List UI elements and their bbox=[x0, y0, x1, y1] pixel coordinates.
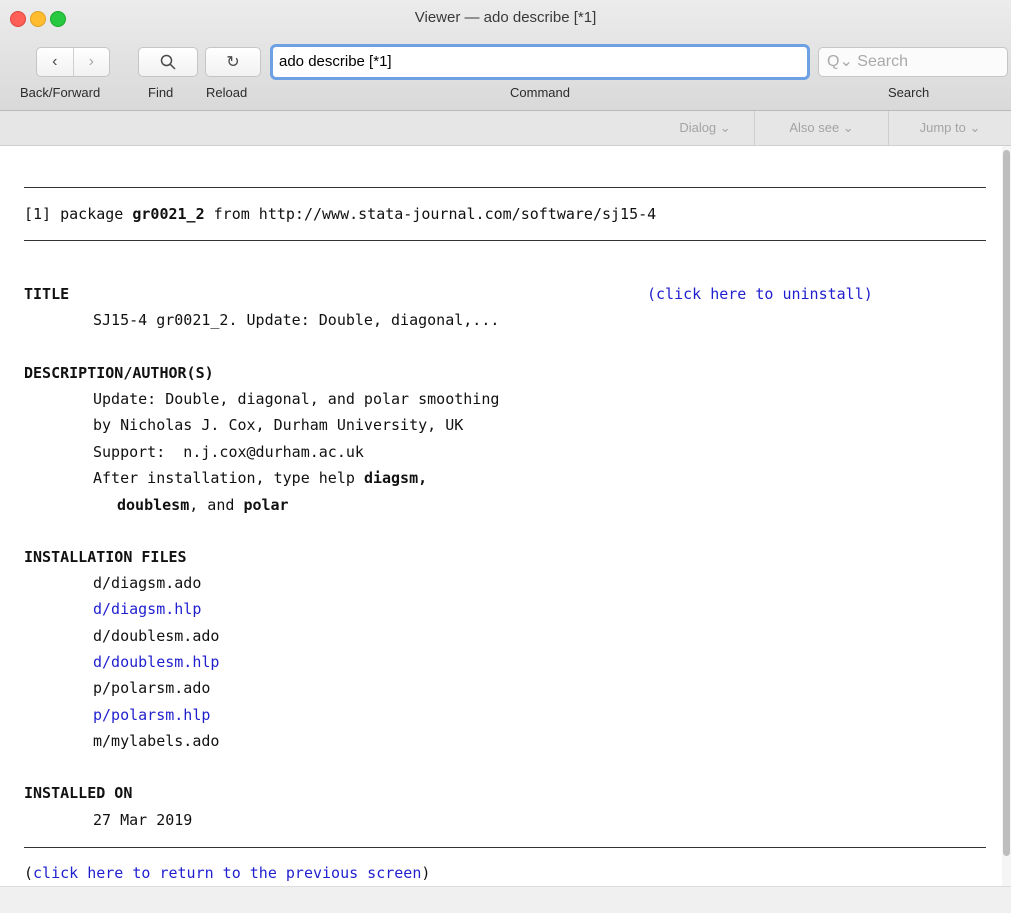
package-name: gr0021_2 bbox=[132, 205, 205, 223]
file-item: d/doublesm.ado bbox=[93, 627, 220, 645]
installation-files-heading: INSTALLATION FILES bbox=[24, 548, 187, 566]
jump-to-menu[interactable]: Jump to ⌄ bbox=[888, 111, 1011, 145]
help-line-continued: doublesm, and polar bbox=[117, 495, 289, 515]
divider bbox=[24, 187, 986, 188]
title-bar: Viewer — ado describe [*1] ‹ › Back/Forw… bbox=[0, 0, 1011, 111]
return-paren-open: ( bbox=[24, 864, 34, 882]
package-source: from http://www.stata-journal.com/softwa… bbox=[204, 205, 657, 223]
help-text: After installation, type help bbox=[93, 469, 364, 487]
search-label: Search bbox=[888, 85, 930, 100]
command-label: Command bbox=[510, 85, 570, 100]
vertical-scrollbar[interactable] bbox=[1002, 146, 1011, 886]
command-input[interactable]: ado describe [*1] bbox=[270, 44, 810, 80]
file-item: m/mylabels.ado bbox=[93, 732, 220, 750]
forward-icon[interactable]: › bbox=[74, 48, 110, 76]
help-polar: polar bbox=[243, 496, 289, 514]
help-line: After installation, type help diagsm, bbox=[93, 468, 427, 488]
find-button[interactable] bbox=[138, 47, 198, 77]
installed-date: 27 Mar 2019 bbox=[93, 811, 193, 829]
description-heading: DESCRIPTION/AUTHOR(S) bbox=[24, 364, 214, 382]
help-diagsm: diagsm, bbox=[363, 469, 428, 487]
title-text: SJ15-4 gr0021_2. Update: Double, diagona… bbox=[93, 311, 500, 329]
file-item: d/diagsm.ado bbox=[93, 574, 202, 592]
window-title: Viewer — ado describe [*1] bbox=[414, 9, 597, 26]
divider bbox=[24, 847, 986, 848]
reload-button[interactable]: ↻ bbox=[205, 47, 261, 77]
viewer-menu-bar: Dialog ⌄ Also see ⌄ Jump to ⌄ bbox=[0, 111, 1011, 146]
help-doublesm: doublesm bbox=[117, 496, 190, 514]
return-line: (click here to return to the previous sc… bbox=[24, 863, 430, 883]
also-see-menu[interactable]: Also see ⌄ bbox=[754, 111, 888, 145]
magnifier-icon bbox=[160, 54, 176, 70]
viewer-content: [1] package gr0021_2 from http://www.sta… bbox=[0, 146, 1002, 886]
package-line: [1] package gr0021_2 from http://www.sta… bbox=[24, 204, 656, 224]
search-input[interactable]: Q⌄ Search bbox=[818, 47, 1008, 77]
author-line: by Nicholas J. Cox, Durham University, U… bbox=[93, 416, 464, 434]
package-prefix: [1] package bbox=[24, 205, 133, 223]
description-line: Update: Double, diagonal, and polar smoo… bbox=[93, 390, 500, 408]
file-link[interactable]: p/polarsm.hlp bbox=[93, 705, 210, 725]
reload-icon: ↻ bbox=[226, 54, 240, 71]
help-and: , and bbox=[189, 496, 244, 514]
file-link[interactable]: d/doublesm.hlp bbox=[93, 652, 219, 672]
reload-label: Reload bbox=[206, 85, 248, 100]
divider bbox=[24, 240, 986, 241]
back-icon[interactable]: ‹ bbox=[37, 48, 74, 76]
back-forward-control: ‹ › bbox=[36, 47, 110, 77]
find-label: Find bbox=[148, 85, 174, 100]
uninstall-link[interactable]: (click here to uninstall) bbox=[647, 284, 873, 304]
status-bar bbox=[0, 886, 1011, 913]
installed-on-heading: INSTALLED ON bbox=[24, 784, 133, 802]
scrollbar-thumb[interactable] bbox=[1003, 150, 1010, 856]
file-item: p/polarsm.ado bbox=[93, 679, 211, 697]
dialog-menu[interactable]: Dialog ⌄ bbox=[656, 111, 754, 145]
back-forward-label: Back/Forward bbox=[20, 85, 101, 100]
support-line: Support: n.j.cox@durham.ac.uk bbox=[93, 443, 364, 461]
title-heading: TITLE bbox=[24, 285, 70, 303]
file-link[interactable]: d/diagsm.hlp bbox=[93, 599, 201, 619]
return-link[interactable]: click here to return to the previous scr… bbox=[33, 864, 421, 882]
return-paren-close: ) bbox=[421, 864, 431, 882]
